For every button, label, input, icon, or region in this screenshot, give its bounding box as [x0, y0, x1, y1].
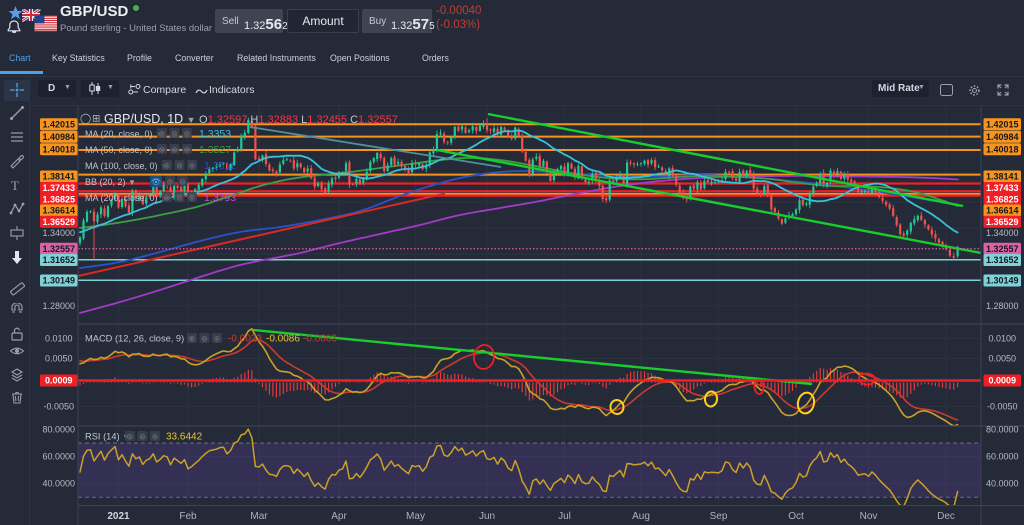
svg-text:Sep: Sep: [710, 511, 728, 522]
svg-text:◎: ◎: [189, 163, 195, 170]
svg-text:◎: ◎: [184, 147, 190, 154]
svg-text:Apr: Apr: [331, 511, 347, 522]
svg-text:40.0000: 40.0000: [986, 479, 1019, 489]
svg-text:1.38141: 1.38141: [42, 172, 75, 182]
svg-text:◎: ◎: [127, 434, 133, 441]
svg-text:Jul: Jul: [558, 511, 571, 522]
svg-text:80.0000: 80.0000: [986, 425, 1019, 435]
svg-text:1.38141: 1.38141: [986, 172, 1019, 182]
svg-text:1.40018: 1.40018: [42, 144, 75, 154]
svg-text:◎: ◎: [184, 131, 190, 138]
svg-text:◎: ◎: [159, 147, 165, 154]
svg-text:◎: ◎: [167, 179, 173, 186]
svg-text:1.32557: 1.32557: [42, 244, 75, 254]
svg-text:1.30149: 1.30149: [42, 276, 75, 286]
svg-text:Jun: Jun: [479, 511, 495, 522]
svg-text:MA (50, close, 0) ▼: MA (50, close, 0) ▼: [85, 145, 163, 155]
svg-text:◎: ◎: [140, 434, 146, 441]
svg-text:0.0009: 0.0009: [45, 376, 73, 386]
svg-text:60.0000: 60.0000: [42, 452, 75, 462]
svg-text:1.3353: 1.3353: [199, 128, 231, 140]
svg-text:1.40984: 1.40984: [42, 132, 75, 142]
svg-text:1.34000: 1.34000: [42, 228, 75, 238]
svg-text:◎: ◎: [159, 131, 165, 138]
svg-text:1.31652: 1.31652: [42, 255, 75, 265]
svg-text:◎: ◎: [202, 336, 208, 343]
svg-text:1.37433: 1.37433: [42, 183, 75, 193]
svg-text:◯: ◯: [80, 114, 91, 125]
svg-text:MA (200, close, 0) ▼: MA (200, close, 0) ▼: [85, 193, 168, 203]
svg-text:1.36529: 1.36529: [42, 217, 75, 227]
svg-text:60.0000: 60.0000: [986, 452, 1019, 462]
svg-text:1.40018: 1.40018: [986, 144, 1019, 154]
svg-text:MA (20, close, 0) ▼: MA (20, close, 0) ▼: [85, 129, 163, 139]
svg-text:Oct: Oct: [788, 511, 804, 522]
svg-text:80.0000: 80.0000: [42, 425, 75, 435]
svg-text:1.34000: 1.34000: [986, 228, 1019, 238]
svg-text:◎: ◎: [152, 434, 158, 441]
svg-text:1.28000: 1.28000: [986, 301, 1019, 311]
svg-text:1.36614: 1.36614: [42, 206, 75, 216]
svg-text:40.0000: 40.0000: [42, 479, 75, 489]
svg-text:1.42015: 1.42015: [986, 119, 1019, 129]
svg-text:0.0009: 0.0009: [988, 376, 1016, 386]
svg-text:1.36825: 1.36825: [986, 195, 1019, 205]
svg-text:0.0050: 0.0050: [988, 354, 1016, 364]
svg-text:👁: 👁: [151, 178, 161, 187]
svg-text:0.0100: 0.0100: [988, 334, 1016, 344]
svg-text:-0.0050: -0.0050: [43, 402, 74, 412]
svg-text:1.36614: 1.36614: [986, 206, 1019, 216]
svg-text:Mar: Mar: [250, 511, 268, 522]
svg-text:1.40984: 1.40984: [986, 132, 1019, 142]
svg-text:1.3527: 1.3527: [199, 144, 231, 156]
svg-text:May: May: [406, 511, 425, 522]
svg-text:◎: ◎: [214, 336, 220, 343]
svg-text:0.0050: 0.0050: [45, 354, 73, 364]
svg-text:1.32557: 1.32557: [986, 244, 1019, 254]
svg-text:1.37433: 1.37433: [986, 183, 1019, 193]
svg-text:BB (20, 2) ▼: BB (20, 2) ▼: [85, 177, 136, 187]
svg-text:MACD (12, 26, close, 9) ▼: MACD (12, 26, close, 9) ▼: [85, 334, 195, 344]
svg-text:1.3793: 1.3793: [204, 192, 236, 204]
svg-text:◎: ◎: [177, 163, 183, 170]
svg-text:Aug: Aug: [632, 511, 650, 522]
svg-text:RSI (14) ▼: RSI (14) ▼: [85, 432, 130, 442]
svg-text:O1.32597 H1.32883 L1.32455: O1.32597 H1.32883 L1.32455 C1.32557: [199, 114, 398, 126]
svg-text:◎: ◎: [164, 163, 170, 170]
svg-text:1.36529: 1.36529: [986, 217, 1019, 227]
svg-text:Nov: Nov: [860, 511, 878, 522]
svg-text:◎: ◎: [177, 195, 183, 202]
svg-text:-0.0063: -0.0063: [303, 334, 337, 345]
svg-text:1.36825: 1.36825: [42, 195, 75, 205]
svg-text:◎: ◎: [172, 147, 178, 154]
svg-text:MA (100, close, 0) ▼: MA (100, close, 0) ▼: [85, 161, 168, 171]
svg-text:1.30149: 1.30149: [986, 276, 1019, 286]
svg-text:1.42015: 1.42015: [42, 119, 75, 129]
svg-text:Feb: Feb: [179, 511, 197, 522]
svg-text:◎: ◎: [172, 131, 178, 138]
svg-text:◎: ◎: [189, 336, 195, 343]
svg-text:-0.0050: -0.0050: [987, 402, 1018, 412]
svg-text:◎: ◎: [180, 179, 186, 186]
svg-text:0.0100: 0.0100: [45, 334, 73, 344]
svg-text:2021: 2021: [107, 511, 130, 522]
svg-text:⊞: ⊞: [92, 114, 100, 125]
svg-text:-0.0086: -0.0086: [266, 334, 300, 345]
svg-text:-0.0023: -0.0023: [228, 334, 262, 345]
svg-text:◎: ◎: [164, 195, 170, 202]
svg-text:33.6442: 33.6442: [166, 432, 203, 443]
svg-text:GBP/USD, 1D ▼: GBP/USD, 1D ▼: [104, 112, 196, 126]
svg-text:◎: ◎: [189, 195, 195, 202]
svg-text:Dec: Dec: [937, 511, 955, 522]
svg-text:1.28000: 1.28000: [42, 301, 75, 311]
svg-text:1.31652: 1.31652: [986, 255, 1019, 265]
svg-text:1.3611: 1.3611: [204, 160, 235, 172]
